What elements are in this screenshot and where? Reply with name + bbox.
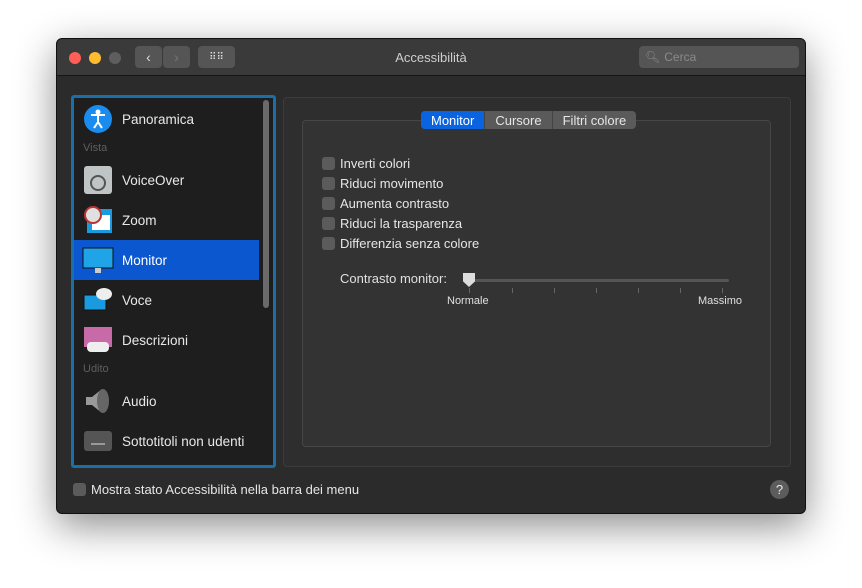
checkbox-box (322, 217, 335, 230)
descriptions-icon (82, 324, 114, 356)
checkbox-label: Differenzia senza colore (340, 236, 480, 251)
sidebar-item-label: Zoom (122, 212, 157, 228)
tab-monitor[interactable]: Monitor (421, 111, 486, 129)
slider-tick (680, 288, 681, 293)
checkbox-label: Riduci la trasparenza (340, 216, 463, 231)
sidebar-item-monitor[interactable]: Monitor (74, 240, 259, 280)
checkbox-box (322, 197, 335, 210)
sidebar-list[interactable]: Panoramica Vista VoiceOver Zoom Monitor … (71, 95, 276, 468)
help-icon: ? (775, 482, 784, 497)
tab-bar: Monitor Cursore Filtri colore (421, 111, 637, 129)
sidebar-item-label: Audio (122, 393, 157, 409)
preferences-window: ‹ › ⠿⠿ Accessibilità 🔍︎ Cerca Panoramica … (56, 38, 806, 514)
checkbox-riduci-trasparenza[interactable]: Riduci la trasparenza (322, 216, 462, 231)
sidebar-item-label: Monitor (122, 252, 168, 268)
sidebar-item-label: Sottotitoli non udenti (122, 433, 245, 449)
accessibility-icon (82, 103, 114, 135)
checkbox-aumenta-contrasto[interactable]: Aumenta contrasto (322, 196, 449, 211)
slider-tick (638, 288, 639, 293)
slider-tick (512, 288, 513, 293)
contrast-label: Contrasto monitor: (340, 271, 447, 286)
sidebar-item-audio[interactable]: Audio (74, 381, 259, 421)
checkbox-box (322, 157, 335, 170)
checkbox-box (322, 177, 335, 190)
checkbox-differenzia-senza-colore[interactable]: Differenzia senza colore (322, 236, 479, 251)
section-header-udito: Udito (83, 363, 109, 375)
search-input[interactable]: 🔍︎ Cerca (639, 46, 799, 68)
captions-icon (82, 425, 114, 457)
sidebar-scrollbar[interactable] (263, 100, 269, 308)
checkbox-inverti-colori[interactable]: Inverti colori (322, 156, 410, 171)
section-header-vista: Vista (83, 142, 108, 154)
sidebar-item-label: Panoramica (122, 111, 195, 127)
sidebar-item-sottotitoli[interactable]: Sottotitoli non udenti (74, 421, 259, 461)
speech-icon (82, 284, 114, 316)
search-placeholder: Cerca (664, 50, 697, 64)
speaker-icon (82, 385, 114, 417)
sidebar-item-zoom[interactable]: Zoom (74, 200, 259, 240)
checkbox-label: Riduci movimento (340, 176, 444, 191)
slider-tick (469, 288, 470, 293)
title-bar: ‹ › ⠿⠿ Accessibilità 🔍︎ Cerca (57, 39, 805, 76)
contrast-slider[interactable] (469, 279, 729, 282)
checkbox-riduci-movimento[interactable]: Riduci movimento (322, 176, 443, 191)
search-icon: 🔍︎ (645, 50, 661, 64)
slider-tick (596, 288, 597, 293)
slider-tick (722, 288, 723, 293)
checkbox-label: Aumenta contrasto (340, 196, 450, 211)
tab-filtri-colore[interactable]: Filtri colore (553, 111, 637, 129)
checkbox-show-status-menu[interactable]: Mostra stato Accessibilità nella barra d… (73, 482, 359, 497)
tab-cursore[interactable]: Cursore (485, 111, 553, 129)
monitor-icon (82, 244, 114, 276)
sidebar-item-label: Descrizioni (122, 332, 189, 348)
slider-min-label: Normale (447, 295, 489, 307)
checkbox-label: Inverti colori (340, 156, 411, 171)
checkbox-box (322, 237, 335, 250)
sidebar-item-voce[interactable]: Voce (74, 280, 259, 320)
checkbox-box (73, 483, 86, 496)
zoom-icon (82, 204, 114, 236)
sidebar-item-label: VoiceOver (122, 172, 185, 188)
sidebar-item-label: Voce (122, 292, 153, 308)
sidebar-item-descrizioni[interactable]: Descrizioni (74, 320, 259, 360)
slider-tick (554, 288, 555, 293)
slider-max-label: Massimo (698, 295, 743, 307)
sidebar-item-voiceover[interactable]: VoiceOver (74, 160, 259, 200)
sidebar-item-panoramica[interactable]: Panoramica (74, 99, 259, 139)
help-button[interactable]: ? (770, 480, 789, 499)
voiceover-icon (82, 164, 114, 196)
checkbox-label: Mostra stato Accessibilità nella barra d… (91, 482, 360, 497)
